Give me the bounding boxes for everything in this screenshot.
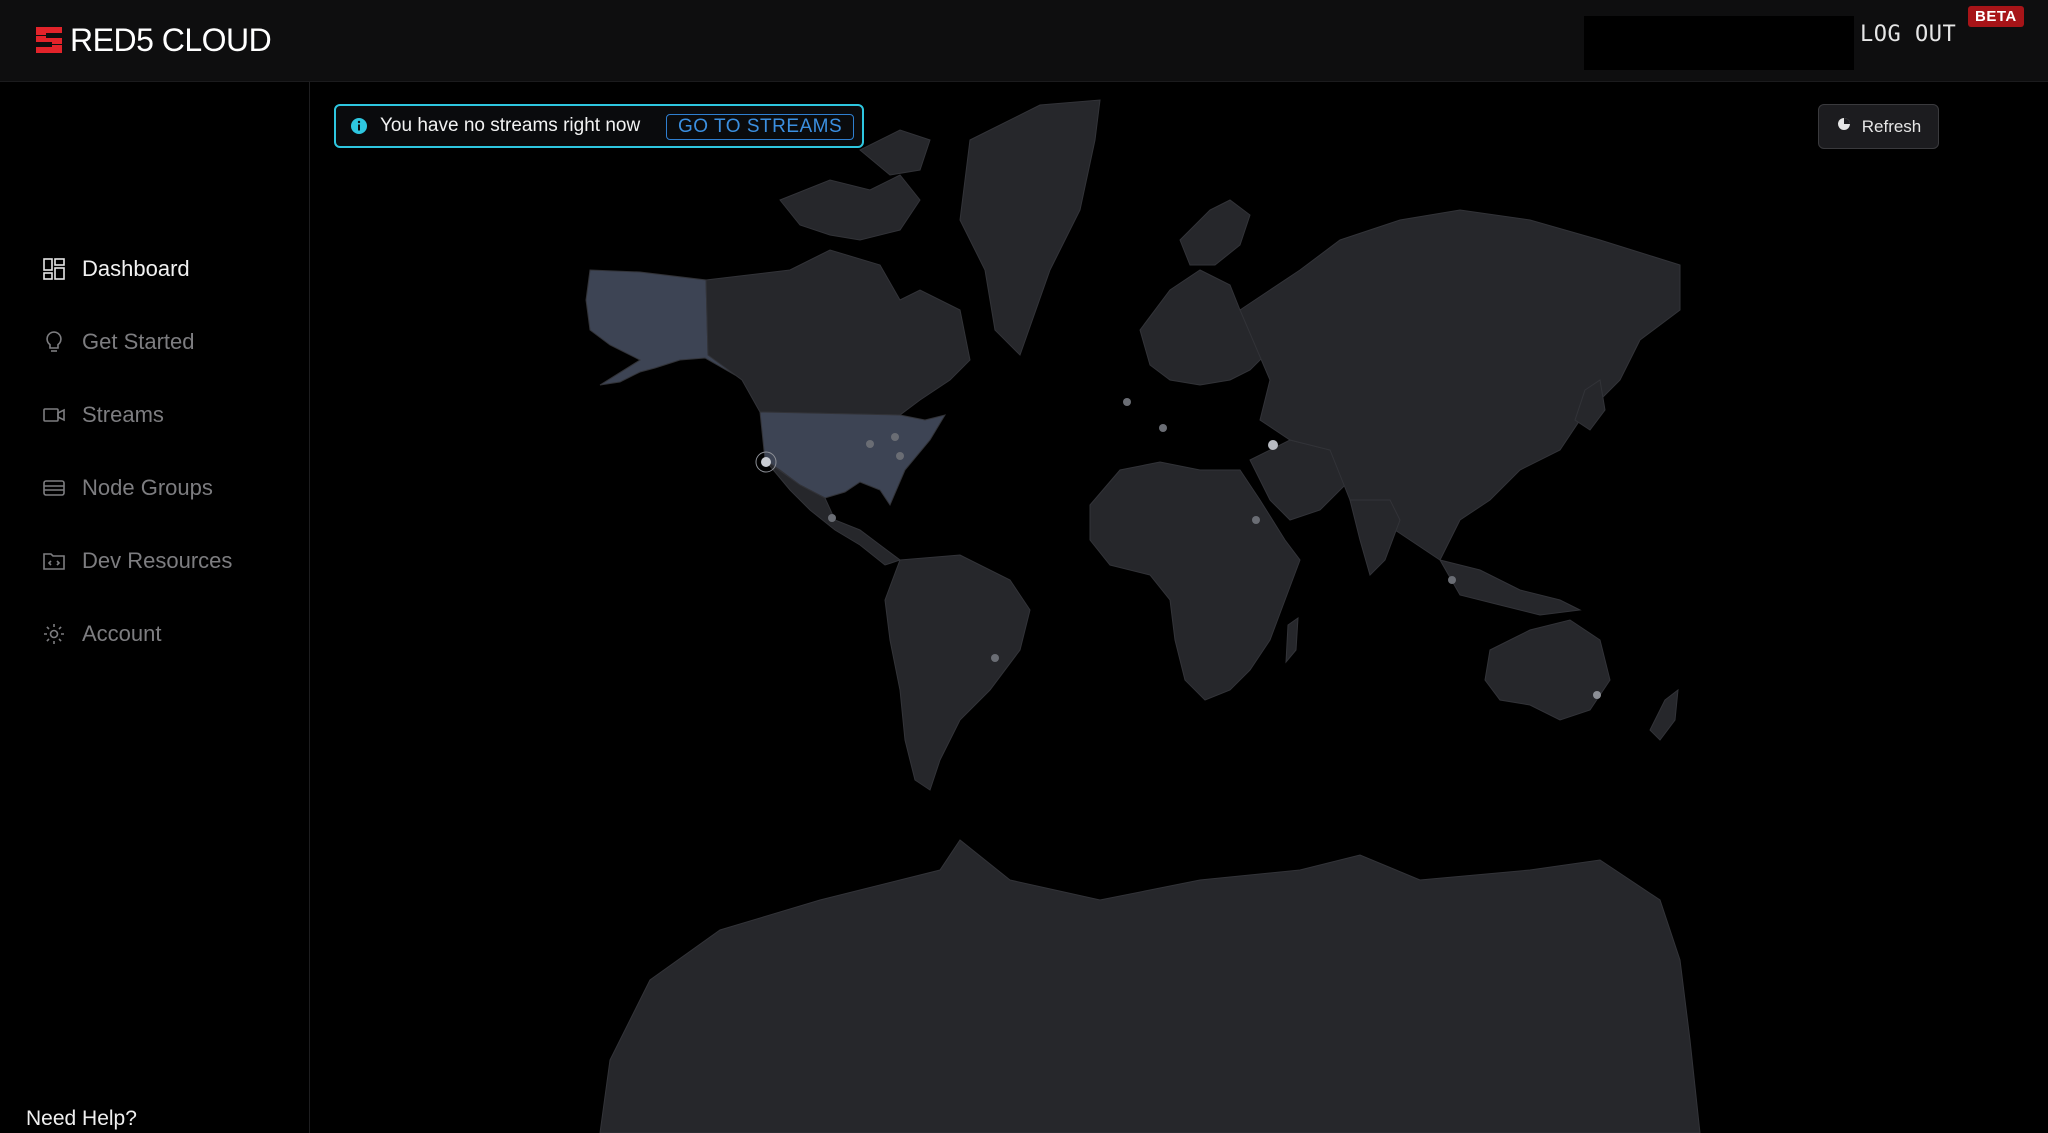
map-marker [1268,440,1278,450]
info-icon [350,117,368,135]
gear-icon [42,622,66,646]
dashboard-grid-icon [42,257,66,281]
map-region-arctic-islands [779,174,921,241]
need-help-link[interactable]: Need Help? [26,1107,137,1131]
go-to-streams-button[interactable]: GO TO STREAMS [666,114,855,140]
no-streams-notice: You have no streams right now GO TO STRE… [334,104,864,148]
sidebar-nav: Dashboard Get Started Streams Node Group… [0,232,310,670]
sidebar-item-label: Streams [82,401,164,427]
user-account-box[interactable] [1584,16,1854,70]
map-marker [991,654,999,662]
sidebar-item-get-started[interactable]: Get Started [0,305,310,378]
sidebar-item-label: Dashboard [82,255,190,281]
map-marker [1252,516,1260,524]
map-marker [866,440,874,448]
lightbulb-icon [42,330,66,354]
map-region-antarctica [599,839,1701,1133]
sidebar: Dashboard Get Started Streams Node Group… [0,82,310,1133]
map-region-australia [1484,619,1611,721]
video-camera-icon [42,403,66,427]
beta-badge: BETA [1968,6,2024,27]
top-header: RED5 CLOUD LOG OUT BETA [0,0,2048,82]
code-folder-icon [42,549,66,573]
map-marker [1448,576,1456,584]
map-region-greenland [959,99,1101,356]
refresh-icon [1836,116,1852,137]
map-region-usa [759,411,947,507]
map-marker [1159,424,1167,432]
sidebar-item-label: Node Groups [82,474,213,500]
map-marker [828,514,836,522]
sidebar-item-account[interactable]: Account [0,597,310,670]
sidebar-item-node-groups[interactable]: Node Groups [0,451,310,524]
map-marker [1123,398,1131,406]
map-marker [891,433,899,441]
sidebar-item-dev-resources[interactable]: Dev Resources [0,524,310,597]
sidebar-item-dashboard[interactable]: Dashboard [0,232,310,305]
map-marker [896,452,904,460]
world-map[interactable] [311,82,2048,1133]
sidebar-item-label: Get Started [82,328,195,354]
refresh-label: Refresh [1861,116,1922,136]
main-map-area [311,82,2048,1133]
red5-logo-icon [36,27,62,53]
map-region-canada [705,249,971,416]
sidebar-item-streams[interactable]: Streams [0,378,310,451]
map-region-south-america [884,554,1031,791]
brand-logo[interactable]: RED5 CLOUD [36,20,272,60]
server-stack-icon [42,476,66,500]
sidebar-item-label: Dev Resources [82,547,233,573]
notice-message: You have no streams right now [380,115,641,136]
map-marker [761,457,771,467]
refresh-button[interactable]: Refresh [1818,104,1939,149]
sidebar-item-label: Account [82,620,162,646]
logout-button[interactable]: LOG OUT [1860,22,1956,47]
brand-name: RED5 CLOUD [70,21,272,58]
map-marker [1593,691,1601,699]
